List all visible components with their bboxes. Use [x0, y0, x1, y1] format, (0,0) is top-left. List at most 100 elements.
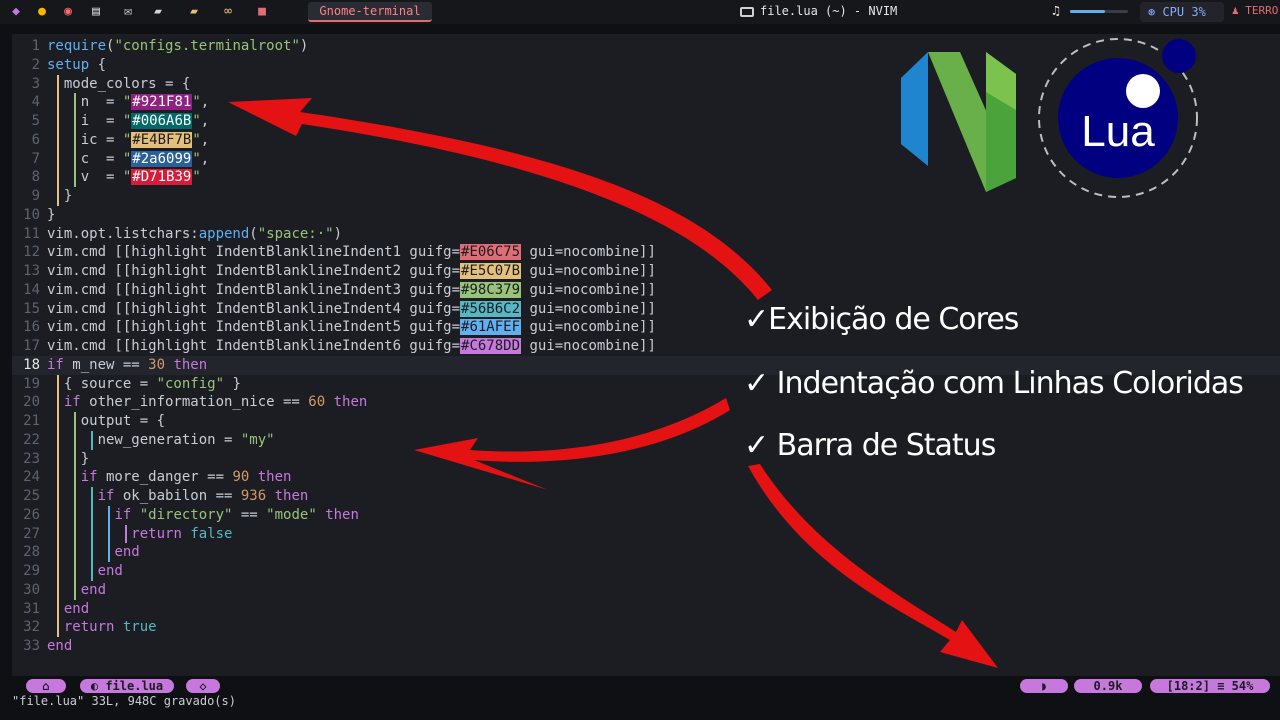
code-line[interactable]: 22 new_generation = "my": [12, 430, 1280, 450]
code-text: end: [97, 563, 123, 579]
terminal-icon[interactable]: ▤: [88, 4, 104, 20]
code-text: v = "#D71B39": [47, 169, 201, 186]
video-icon[interactable]: ■: [254, 4, 270, 20]
folder-icon-2[interactable]: ▰: [186, 4, 202, 20]
code-line[interactable]: 13 vim.cmd [[highlight IndentBlanklineInd…: [12, 262, 1280, 281]
code-text: c = "#2a6099",: [47, 150, 210, 167]
code-text: vim.cmd [[highlight IndentBlanklineInden…: [47, 281, 656, 298]
git-icon[interactable]: ◇: [186, 679, 220, 693]
line-number: 24: [23, 469, 40, 486]
code-line[interactable]: 8 v = "#D71B39": [12, 168, 1280, 187]
arch-icon[interactable]: ◆: [8, 4, 24, 20]
code-line[interactable]: 31 end: [12, 599, 1280, 619]
line-number: 14: [23, 281, 40, 298]
cpu-widget[interactable]: ⊛ CPU 3%: [1140, 2, 1224, 22]
line-number: 11: [23, 225, 40, 242]
feature-colors: ✓Exibição de Cores: [744, 302, 1019, 337]
code-text: if m_new == 30 then: [47, 356, 208, 373]
line-number: 5: [31, 113, 40, 129]
line-number: 31: [23, 600, 40, 617]
code-line[interactable]: 17 vim.cmd [[highlight IndentBlanklineInd…: [12, 337, 1280, 356]
code-line[interactable]: 25 if ok_babilon == 936 then: [12, 487, 1280, 506]
line-number: 12: [23, 244, 40, 261]
code-text: new_generation = "my": [47, 431, 275, 448]
code-line[interactable]: 29 end: [12, 562, 1280, 581]
code-line[interactable]: 32 return true: [12, 618, 1280, 637]
statusline: ⌂ ◐ file.lua ◇ ◗ 0.9k [18:2] ≡ 54%: [0, 676, 1280, 696]
line-number: 25: [23, 488, 40, 504]
line-number: 20: [23, 394, 40, 411]
code-line[interactable]: 5 i = "#006A6B",: [12, 112, 1280, 131]
line-number: 15: [23, 300, 40, 317]
code-text: }: [47, 188, 73, 204]
code-text: vim.opt.listchars:append("space:·"): [47, 225, 343, 242]
code-text: return true: [63, 619, 157, 636]
code-line[interactable]: 12 vim.cmd [[highlight IndentBlanklineInd…: [12, 243, 1280, 262]
folder-icon[interactable]: ▰: [150, 4, 166, 20]
position-text: [18:2]: [1166, 679, 1210, 693]
code-line[interactable]: 3 mode_colors = {: [12, 74, 1280, 94]
code-line[interactable]: 33 end: [12, 637, 1280, 656]
code-line[interactable]: 10}: [12, 206, 1280, 225]
code-text: end: [80, 581, 107, 598]
file-tab[interactable]: ◐ file.lua: [80, 679, 174, 693]
code-line[interactable]: 2 setup {: [12, 56, 1280, 75]
code-line[interactable]: 16 vim.cmd [[highlight IndentBlanklineInd…: [12, 318, 1280, 337]
code-text: require("configs.terminalroot"): [47, 38, 309, 54]
code-line[interactable]: 27 return false: [12, 524, 1280, 544]
code-line[interactable]: 6 ic = "#E4BF7B",: [12, 130, 1280, 150]
mail-icon[interactable]: ✉: [120, 4, 136, 20]
code-text: vim.cmd [[highlight IndentBlanklineInden…: [47, 319, 656, 336]
workspace-tab[interactable]: Gnome-terminal: [308, 2, 432, 22]
code-line[interactable]: 9 }: [12, 187, 1280, 206]
code-text: if other_information_nice == 60 then: [63, 394, 368, 411]
code-line[interactable]: 26 if "directory" == "mode" then: [12, 505, 1280, 525]
code-area[interactable]: 1 require("configs.terminalroot") 2 setup {…: [12, 37, 1280, 656]
code-line[interactable]: 24 if more_danger == 90 then: [12, 468, 1280, 487]
chrome-icon[interactable]: ◉: [60, 4, 76, 20]
line-number: 18: [23, 356, 40, 373]
line-number: 10: [23, 206, 40, 223]
line-number: 1: [31, 38, 40, 54]
code-text: if "directory" == "mode" then: [114, 506, 359, 523]
file-name: file.lua: [105, 679, 164, 693]
code-line[interactable]: 4 n = "#921F81",: [12, 93, 1280, 112]
home-icon[interactable]: ⌂: [26, 679, 66, 693]
code-line[interactable]: 28 end: [12, 543, 1280, 562]
top-bar: ◆ ● ◉ ▤ ✉ ▰ ▰ ∞ ■ Gnome-terminal file.lu…: [0, 0, 1280, 24]
code-line[interactable]: 14 vim.cmd [[highlight IndentBlanklineInd…: [12, 281, 1280, 300]
code-text: { source = "config" }: [47, 375, 241, 392]
code-line[interactable]: 1 require("configs.terminalroot"): [12, 37, 1280, 56]
percent-text: 54%: [1231, 679, 1254, 693]
code-text: end: [114, 544, 140, 561]
code-line[interactable]: 30 end: [12, 580, 1280, 600]
file-size: 0.9k: [1074, 679, 1142, 693]
line-number: 23: [23, 450, 40, 467]
code-line[interactable]: 15 vim.cmd [[highlight IndentBlanklineInd…: [12, 300, 1280, 319]
code-line[interactable]: 21 output = {: [12, 412, 1280, 431]
code-text: end: [63, 600, 90, 617]
code-text: n = "#921F81",: [47, 94, 210, 111]
line-number: 29: [23, 563, 40, 579]
code-text: }: [47, 450, 90, 467]
code-text: vim.cmd [[highlight IndentBlanklineInden…: [47, 300, 656, 317]
user-widget[interactable]: ♟ TERRO: [1232, 4, 1278, 17]
code-text: }: [47, 206, 56, 223]
code-line[interactable]: 23 }: [12, 449, 1280, 469]
editor-pane[interactable]: 1 require("configs.terminalroot") 2 setup {…: [12, 34, 1280, 676]
cpu-icon: ⊛: [1148, 5, 1163, 19]
line-number: 9: [31, 188, 40, 204]
music-icon[interactable]: ♫: [1052, 4, 1060, 19]
code-text: i = "#006A6B",: [47, 113, 210, 129]
code-line[interactable]: 7 c = "#2a6099",: [12, 149, 1280, 169]
gamepad-icon[interactable]: ∞: [220, 4, 236, 20]
line-number: 6: [31, 131, 40, 148]
lines-icon: ≡: [1209, 679, 1232, 693]
code-line[interactable]: 11 vim.opt.listchars:append("space:·"): [12, 225, 1280, 244]
code-text: vim.cmd [[highlight IndentBlanklineInden…: [47, 263, 656, 279]
user-icon: ♟: [1232, 4, 1246, 17]
firefox-icon[interactable]: ●: [34, 4, 50, 20]
window-title-text: file.lua (~) - NVIM: [760, 4, 898, 18]
lsp-icon[interactable]: ◗: [1020, 679, 1068, 693]
volume-slider[interactable]: [1070, 10, 1128, 13]
